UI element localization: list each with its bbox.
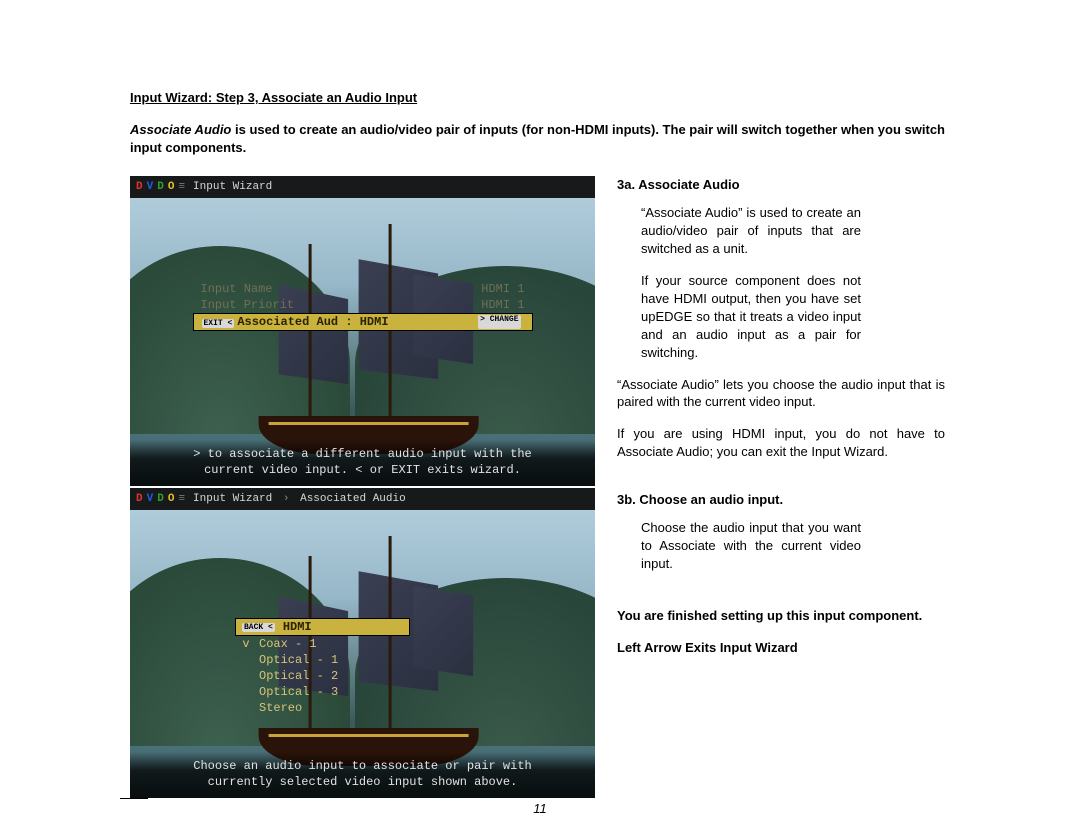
hint-line: current video input. < or EXIT exits wiz…	[140, 462, 585, 478]
logo-letter: D	[157, 493, 164, 505]
menu-label: Stereo	[259, 701, 302, 715]
menu-item: Optical - 2	[235, 668, 410, 684]
bc-part: Associated Audio	[300, 493, 406, 505]
logo-letter: D	[157, 181, 164, 193]
intro-rest: is used to create an audio/video pair of…	[130, 122, 945, 155]
osd-fields: Input Name HDMI 1 Input Priorit HDMI 1 E…	[193, 281, 533, 331]
hint-line: currently selected video input shown abo…	[140, 774, 585, 790]
change-badge: > CHANGE	[478, 315, 520, 329]
menu-label: Optical - 3	[259, 685, 338, 699]
intro-paragraph: Associate Audio is used to create an aud…	[130, 121, 945, 156]
paragraph: “Associate Audio” lets you choose the au…	[617, 376, 945, 412]
osd-topbar: DVDO≡ Input Wizard › Associated Audio	[130, 488, 595, 510]
logo-letter: D	[136, 181, 143, 193]
menu-item: Stereo	[235, 700, 410, 716]
menu-item: v Coax - 1	[235, 636, 410, 652]
osd-topbar: DVDO≡ Input Wizard	[130, 176, 595, 198]
osd-label: Input Name	[201, 282, 273, 296]
menu-label: Optical - 2	[259, 669, 338, 683]
osd-hint: > to associate a different audio input w…	[130, 440, 595, 486]
menu-item: Optical - 1	[235, 652, 410, 668]
osd-value: HDMI 1	[481, 282, 524, 296]
menu-label: Coax - 1	[259, 637, 317, 651]
breadcrumb: Input Wizard	[193, 181, 272, 193]
paragraph: If your source component does not have H…	[641, 272, 861, 362]
osd-hint: Choose an audio input to associate or pa…	[130, 752, 595, 798]
osd-row-highlighted: EXIT <Associated Aud : HDMI > CHANGE	[193, 313, 533, 331]
heading-3b: 3b. Choose an audio input.	[617, 491, 945, 509]
menu-label: Optical - 1	[259, 653, 338, 667]
back-badge: BACK <	[242, 623, 275, 632]
logo-letter: V	[147, 493, 154, 505]
paragraph: “Associate Audio” is used to create an a…	[641, 204, 861, 258]
page-title: Input Wizard: Step 3, Associate an Audio…	[130, 90, 945, 105]
osd-label: Input Priorit	[201, 298, 295, 312]
chevron-right-icon: ›	[283, 493, 290, 505]
caret-down-icon: v	[241, 637, 251, 651]
two-column-layout: DVDO≡ Input Wizard Input Name HDMI 1 Inp…	[130, 176, 945, 798]
bc-part: Input Wizard	[193, 493, 272, 505]
page-number: 11	[533, 801, 547, 816]
breadcrumb: Input Wizard › Associated Audio	[193, 493, 406, 505]
paragraph: If you are using HDMI input, you do not …	[617, 425, 945, 461]
logo-letter: V	[147, 181, 154, 193]
screenshots-column: DVDO≡ Input Wizard Input Name HDMI 1 Inp…	[130, 176, 595, 798]
intro-em: Associate Audio	[130, 122, 231, 137]
instructions-column: 3a. Associate Audio “Associate Audio” is…	[617, 176, 945, 798]
menu-item: Optical - 3	[235, 684, 410, 700]
paragraph: Choose the audio input that you want to …	[641, 519, 861, 573]
divider-tick	[120, 798, 148, 799]
osd-screenshot-1: DVDO≡ Input Wizard Input Name HDMI 1 Inp…	[130, 176, 595, 486]
logo-bar-icon: ≡	[178, 493, 185, 505]
logo-letter: D	[136, 493, 143, 505]
osd-hl-label: Associated Aud : HDMI	[237, 315, 388, 329]
osd-row: Input Priorit HDMI 1	[193, 297, 533, 313]
hint-line: > to associate a different audio input w…	[140, 446, 585, 462]
finished-text: You are finished setting up this input c…	[617, 607, 945, 625]
heading-3a: 3a. Associate Audio	[617, 176, 945, 194]
logo-bar-icon: ≡	[178, 181, 185, 193]
exit-text: Left Arrow Exits Input Wizard	[617, 639, 945, 657]
osd-menu: BACK < HDMI v Coax - 1 Optical - 1 Optica…	[235, 618, 410, 716]
menu-label: HDMI	[283, 620, 312, 634]
osd-row: Input Name HDMI 1	[193, 281, 533, 297]
osd-screenshot-2: DVDO≡ Input Wizard › Associated Audio BA…	[130, 488, 595, 798]
hint-line: Choose an audio input to associate or pa…	[140, 758, 585, 774]
osd-value: HDMI 1	[481, 298, 524, 312]
menu-item-highlighted: BACK < HDMI	[235, 618, 410, 636]
logo-letter: O	[168, 181, 175, 193]
logo-letter: O	[168, 493, 175, 505]
exit-badge: EXIT <	[202, 319, 235, 328]
